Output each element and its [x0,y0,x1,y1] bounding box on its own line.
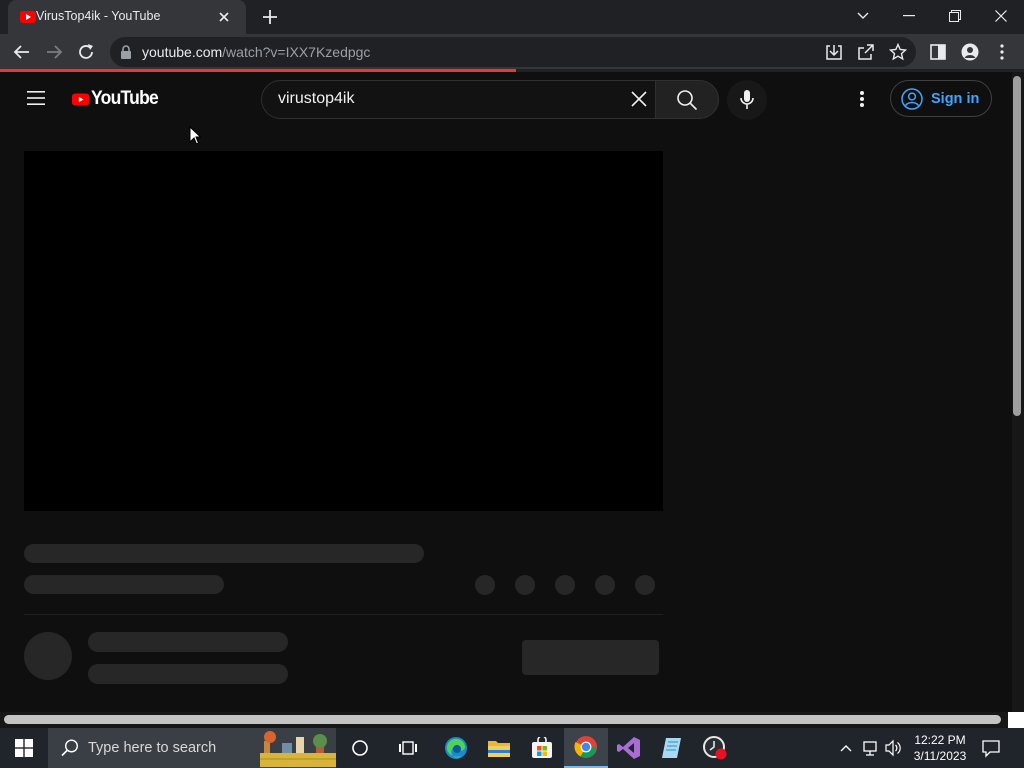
store-icon [532,737,552,758]
close-icon[interactable] [216,9,232,25]
skeleton-subscribers [88,664,288,684]
search-highlight-image [260,729,336,767]
skeleton-title [24,544,424,563]
skeleton-subscribe-button [522,640,659,675]
horizontal-scrollbar-thumb[interactable] [4,715,1001,724]
star-icon[interactable] [888,42,908,62]
youtube-logo-text: YouTube [91,88,159,109]
taskbar-search-placeholder: Type here to search [88,740,217,756]
lock-icon[interactable] [116,42,136,62]
account-icon [901,87,923,110]
taskbar-app-visual-studio[interactable] [607,728,651,768]
taskbar-app-store[interactable] [520,728,564,768]
install-icon[interactable] [824,42,844,62]
search-icon [677,89,698,110]
settings-kebab-icon[interactable] [859,90,865,108]
scrollbar-corner [1008,712,1024,728]
visual-studio-icon [617,737,640,759]
network-icon[interactable] [862,739,880,757]
divider [24,614,663,615]
hamburger-icon[interactable] [26,89,46,107]
cortana-button[interactable] [338,728,382,768]
vertical-scrollbar-thumb[interactable] [1013,76,1021,416]
skeleton-action-dot [555,575,575,595]
skeleton-action-dot [635,575,655,595]
clock-app-icon [703,736,727,760]
search-button[interactable] [655,80,719,119]
volume-icon[interactable] [884,739,902,757]
skeleton-action-dot [475,575,495,595]
search-input-value: virustop4ik [278,90,355,107]
start-button[interactable] [0,728,48,768]
skeleton-action-dot [595,575,615,595]
skeleton-channel-avatar [24,632,72,680]
url-path: /watch?v=IXX7Kzedpgc [222,44,371,60]
sidepanel-icon[interactable] [928,42,948,62]
taskbar-app-notepad[interactable] [650,728,694,768]
restore-icon[interactable] [932,0,978,32]
notifications-icon[interactable] [981,738,1001,758]
taskbar-date: 3/11/2023 [913,749,967,763]
search-icon [60,738,80,758]
explorer-icon [488,741,510,757]
cortana-icon [352,740,368,756]
chevron-up-icon[interactable] [838,740,854,756]
sign-in-button[interactable]: Sign in [890,80,992,117]
youtube-favicon [20,10,36,24]
tab-title: VirusTop4ik - YouTube [36,9,161,23]
taskbar-app-edge[interactable] [434,728,478,768]
taskview-icon [399,741,417,755]
video-player[interactable] [24,151,663,511]
chevron-down-icon[interactable] [840,0,886,32]
url-text: youtube.com/watch?v=IXX7Kzedpgc [142,44,370,60]
mic-icon [740,90,754,109]
close-window-icon[interactable] [978,0,1024,32]
back-icon[interactable] [12,42,32,62]
taskbar-time: 12:22 PM [914,733,966,747]
url-host: youtube.com [142,44,223,60]
sign-in-label: Sign in [931,90,980,107]
youtube-logo[interactable]: YouTube [72,88,164,110]
forward-icon[interactable] [44,42,64,62]
edge-icon [445,737,467,759]
mouse-cursor [189,126,201,145]
taskbar-app-chrome[interactable] [564,728,608,768]
plus-icon[interactable] [260,7,280,27]
minimize-icon[interactable] [886,0,932,32]
reload-icon[interactable] [76,42,96,62]
share-icon[interactable] [856,42,876,62]
windows-icon [15,739,33,757]
youtube-logo-icon [72,93,90,105]
skeleton-channel-name [88,632,288,652]
taskbar-clock[interactable]: 12:22 PM 3/11/2023 [905,732,975,764]
taskbar-app-explorer[interactable] [477,728,521,768]
notepad-icon [662,738,681,758]
voice-search-button[interactable] [727,80,767,120]
taskview-button[interactable] [386,728,430,768]
skeleton-views [24,575,224,594]
profile-icon[interactable] [960,42,980,62]
chrome-icon [574,736,597,758]
clear-search-icon[interactable] [630,90,648,108]
skeleton-action-dot [515,575,535,595]
taskbar-app-clock[interactable] [693,728,737,768]
browser-menu-icon[interactable] [992,42,1012,62]
